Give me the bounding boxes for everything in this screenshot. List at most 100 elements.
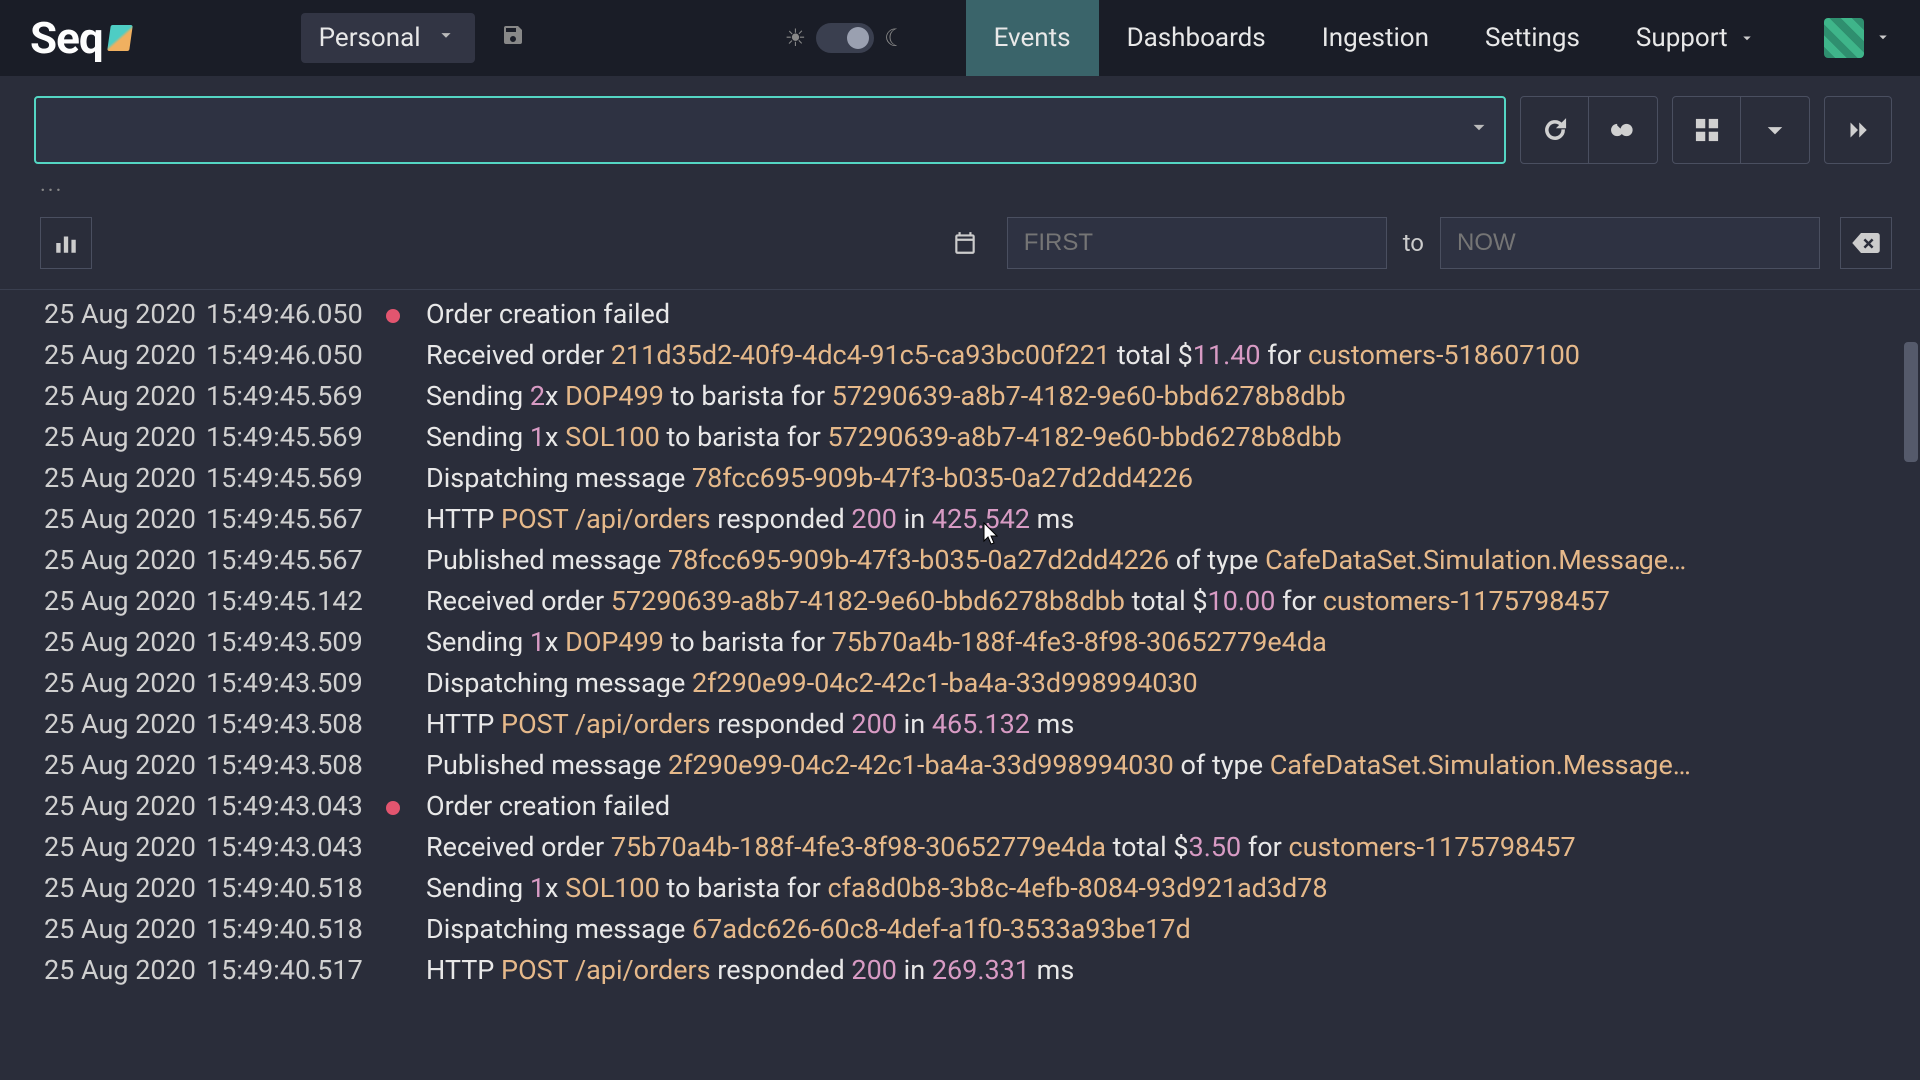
event-date: 25 Aug 2020 bbox=[44, 342, 206, 369]
event-time: 15:49:40.517 bbox=[206, 957, 386, 984]
tab-label: Events bbox=[994, 23, 1071, 53]
query-input[interactable] bbox=[48, 98, 1466, 162]
tab-label: Settings bbox=[1485, 23, 1580, 53]
view-group bbox=[1672, 96, 1810, 164]
event-row[interactable]: 25 Aug 202015:49:46.050Order creation fa… bbox=[0, 294, 1920, 335]
chevron-down-icon bbox=[1738, 29, 1756, 47]
sun-icon: ☀ bbox=[785, 24, 807, 52]
event-time: 15:49:43.509 bbox=[206, 629, 386, 656]
tab-support[interactable]: Support bbox=[1608, 0, 1784, 76]
event-date: 25 Aug 2020 bbox=[44, 711, 206, 738]
event-time: 15:49:45.142 bbox=[206, 588, 386, 615]
event-row[interactable]: 25 Aug 202015:49:40.517HTTP POST /api/or… bbox=[0, 950, 1920, 991]
event-level bbox=[386, 793, 426, 820]
event-date: 25 Aug 2020 bbox=[44, 834, 206, 861]
event-message: Dispatching message 2f290e99-04c2-42c1-b… bbox=[426, 670, 1920, 697]
event-message: HTTP POST /api/orders responded 200 in 4… bbox=[426, 506, 1920, 533]
event-message: Sending 1x DOP499 to barista for 75b70a4… bbox=[426, 629, 1920, 656]
signals-ellipsis: ... bbox=[40, 172, 63, 197]
event-row[interactable]: 25 Aug 202015:49:40.518 Dispatching messa… bbox=[0, 909, 1920, 950]
event-date: 25 Aug 2020 bbox=[44, 301, 206, 328]
refresh-group bbox=[1520, 96, 1658, 164]
range-bar: to bbox=[0, 211, 1920, 290]
histogram-button[interactable] bbox=[40, 217, 92, 269]
tab-settings[interactable]: Settings bbox=[1457, 0, 1608, 76]
tab-events[interactable]: Events bbox=[966, 0, 1099, 76]
event-row[interactable]: 25 Aug 202015:49:43.043Received order 75… bbox=[0, 827, 1920, 868]
events-list[interactable]: 25 Aug 202015:49:46.050Order creation fa… bbox=[0, 290, 1920, 991]
event-time: 15:49:46.050 bbox=[206, 342, 386, 369]
range-from-input[interactable] bbox=[1007, 217, 1387, 269]
event-date: 25 Aug 2020 bbox=[44, 506, 206, 533]
event-message: HTTP POST /api/orders responded 200 in 2… bbox=[426, 957, 1920, 984]
event-row[interactable]: 25 Aug 202015:49:43.509Dispatching messa… bbox=[0, 663, 1920, 704]
event-message: Dispatching message 67adc626-60c8-4def-a… bbox=[426, 916, 1920, 943]
clear-range-button[interactable] bbox=[1840, 217, 1892, 269]
event-row[interactable]: 25 Aug 202015:49:40.518Sending 1x SOL100… bbox=[0, 868, 1920, 909]
grid-view-button[interactable] bbox=[1673, 97, 1741, 163]
event-message: HTTP POST /api/orders responded 200 in 4… bbox=[426, 711, 1920, 738]
event-date: 25 Aug 2020 bbox=[44, 383, 206, 410]
event-row[interactable]: 25 Aug 202015:49:45.567Published message… bbox=[0, 540, 1920, 581]
tab-ingestion[interactable]: Ingestion bbox=[1294, 0, 1457, 76]
event-message: Order creation failed bbox=[426, 793, 1920, 820]
scrollbar-thumb[interactable] bbox=[1904, 342, 1918, 462]
topbar: Seq Personal ☀ ☾ Events Dashboards Inges… bbox=[0, 0, 1920, 76]
event-date: 25 Aug 2020 bbox=[44, 916, 206, 943]
event-time: 15:49:45.567 bbox=[206, 506, 386, 533]
event-time: 15:49:45.569 bbox=[206, 383, 386, 410]
expand-button[interactable] bbox=[1824, 96, 1892, 164]
event-row[interactable]: 25 Aug 202015:49:43.043Order creation fa… bbox=[0, 786, 1920, 827]
avatar[interactable] bbox=[1824, 18, 1864, 58]
tail-button[interactable] bbox=[1589, 97, 1657, 163]
event-row[interactable]: 25 Aug 202015:49:43.509Sending 1x DOP499… bbox=[0, 622, 1920, 663]
event-row[interactable]: 25 Aug 202015:49:43.508HTTP POST /api/or… bbox=[0, 704, 1920, 745]
event-row[interactable]: 25 Aug 202015:49:45.567 HTTP POST /api/or… bbox=[0, 499, 1920, 540]
workspace-label: Personal bbox=[319, 23, 421, 53]
query-bar bbox=[0, 76, 1920, 172]
event-row[interactable]: 25 Aug 202015:49:45.569Dispatching messa… bbox=[0, 458, 1920, 499]
signals-row[interactable]: ... bbox=[0, 172, 1920, 211]
event-date: 25 Aug 2020 bbox=[44, 465, 206, 492]
tab-label: Dashboards bbox=[1127, 23, 1266, 53]
event-time: 15:49:43.043 bbox=[206, 793, 386, 820]
query-history-chevron[interactable] bbox=[1466, 114, 1492, 146]
calendar-button[interactable] bbox=[939, 217, 991, 269]
event-time: 15:49:43.509 bbox=[206, 670, 386, 697]
avatar-menu-chevron[interactable] bbox=[1874, 24, 1892, 52]
app-logo-mark-icon bbox=[107, 25, 133, 51]
event-message: Published message 2f290e99-04c2-42c1-ba4… bbox=[426, 752, 1920, 779]
moon-icon: ☾ bbox=[884, 24, 906, 52]
app-logo[interactable]: Seq bbox=[30, 12, 131, 64]
range-to-label: to bbox=[1403, 229, 1424, 257]
error-dot-icon bbox=[386, 801, 400, 815]
query-input-wrap[interactable] bbox=[34, 96, 1506, 164]
event-row[interactable]: 25 Aug 202015:49:45.569Sending 1x SOL100… bbox=[0, 417, 1920, 458]
event-date: 25 Aug 2020 bbox=[44, 588, 206, 615]
event-time: 15:49:40.518 bbox=[206, 875, 386, 902]
view-options-chevron[interactable] bbox=[1741, 97, 1809, 163]
nav-tabs: Events Dashboards Ingestion Settings Sup… bbox=[966, 0, 1784, 76]
event-level bbox=[386, 301, 426, 328]
event-message: Published message 78fcc695-909b-47f3-b03… bbox=[426, 547, 1920, 574]
event-message: Sending 1x SOL100 to barista for cfa8d0b… bbox=[426, 875, 1920, 902]
app-logo-text: Seq bbox=[30, 12, 103, 64]
toggle-track[interactable] bbox=[816, 23, 874, 53]
toggle-thumb bbox=[847, 27, 869, 49]
event-date: 25 Aug 2020 bbox=[44, 424, 206, 451]
workspace-selector[interactable]: Personal bbox=[301, 13, 475, 63]
event-row[interactable]: 25 Aug 202015:49:43.508Published message… bbox=[0, 745, 1920, 786]
event-message: Received order 211d35d2-40f9-4dc4-91c5-c… bbox=[426, 342, 1920, 369]
event-time: 15:49:40.518 bbox=[206, 916, 386, 943]
refresh-button[interactable] bbox=[1521, 97, 1589, 163]
tab-label: Ingestion bbox=[1322, 23, 1429, 53]
theme-toggle[interactable]: ☀ ☾ bbox=[785, 23, 906, 53]
event-time: 15:49:43.508 bbox=[206, 752, 386, 779]
event-row[interactable]: 25 Aug 202015:49:45.142Received order 57… bbox=[0, 581, 1920, 622]
range-to-input[interactable] bbox=[1440, 217, 1820, 269]
save-icon[interactable] bbox=[501, 23, 525, 53]
tab-dashboards[interactable]: Dashboards bbox=[1099, 0, 1294, 76]
event-time: 15:49:45.569 bbox=[206, 424, 386, 451]
event-row[interactable]: 25 Aug 202015:49:45.569Sending 2x DOP499… bbox=[0, 376, 1920, 417]
event-row[interactable]: 25 Aug 202015:49:46.050 Received order 21… bbox=[0, 335, 1920, 376]
